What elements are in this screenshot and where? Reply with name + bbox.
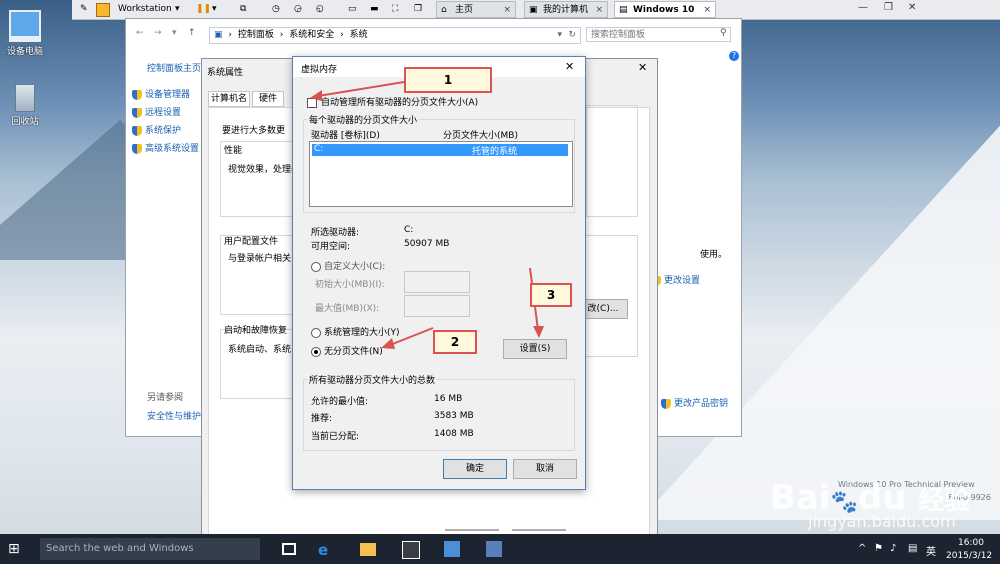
control-panel-app-icon[interactable] <box>486 541 502 557</box>
network-icon[interactable]: ⚑ <box>874 543 883 554</box>
ime-indicator[interactable]: 英 <box>926 543 936 558</box>
callout-3: 3 <box>530 283 572 307</box>
system-app-icon[interactable] <box>444 541 460 557</box>
internet-explorer-icon[interactable]: e <box>318 541 334 559</box>
baidu-site-text: jingyan.baidu.com <box>808 512 956 531</box>
arrowhead-3 <box>533 326 544 338</box>
action-center-icon[interactable]: ▤ <box>908 543 917 554</box>
chevron-up-icon[interactable]: ^ <box>858 543 866 554</box>
callout-2: 2 <box>433 330 477 354</box>
store-icon[interactable] <box>402 541 420 559</box>
arrow-1 <box>317 81 405 97</box>
windows-start-icon[interactable]: ⊞ <box>8 541 24 557</box>
clock-date[interactable]: 2015/3/12 <box>946 551 992 561</box>
clock-time[interactable]: 16:00 <box>958 538 984 548</box>
arrow-2 <box>389 327 434 346</box>
arrowhead-1 <box>310 90 322 101</box>
taskbar-search-input[interactable]: Search the web and Windows <box>40 538 260 560</box>
volume-icon[interactable]: ♪ <box>890 543 896 554</box>
file-explorer-icon[interactable] <box>360 543 376 556</box>
arrowhead-2 <box>381 338 395 349</box>
taskbar: ⊞ Search the web and Windows e ^ ⚑ ♪ ▤ 英… <box>0 534 1000 564</box>
callout-1: 1 <box>404 67 492 93</box>
task-view-icon[interactable] <box>282 543 296 555</box>
